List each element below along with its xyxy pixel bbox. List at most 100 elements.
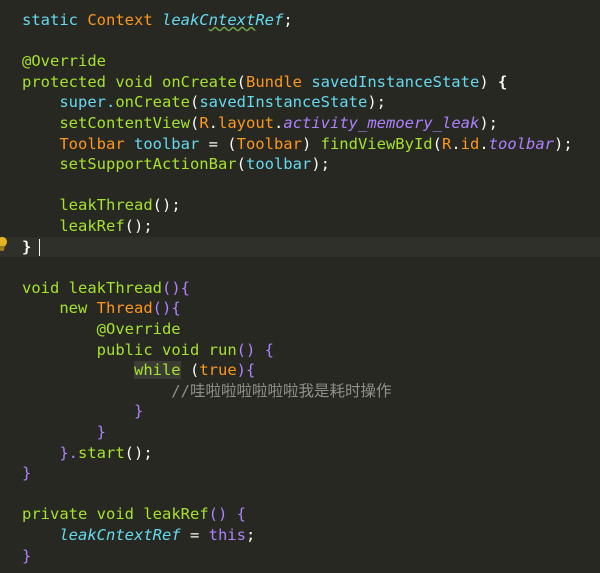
code-token: //哇啦啦啦啦啦啦我是耗时操作 [22,381,392,400]
code-token: setSupportActionBar [22,155,237,174]
code-line[interactable]: public void run() { [0,340,600,361]
code-token: layout [218,114,275,132]
code-line[interactable]: while (true){ [0,360,600,381]
code-token: this [208,526,246,544]
code-token: findViewById [320,134,433,153]
code-token: R [199,114,209,132]
text-caret [39,239,40,256]
code-line[interactable]: leakCntextRef = this; [0,525,600,546]
code-line[interactable] [0,484,600,505]
code-token: Thread [96,299,153,318]
code-token: ( [189,114,200,132]
code-token: void [115,72,162,91]
code-token: . [479,134,489,153]
code-token: Toolbar [236,134,302,153]
code-line[interactable]: setContentView(R.layout.activity_memoery… [0,113,600,134]
code-token: . [208,114,219,132]
code-token: } [22,402,144,421]
code-line[interactable]: private void leakRef() { [0,504,600,525]
code-line[interactable]: } [0,546,600,567]
code-line[interactable]: } [0,401,600,422]
code-token: (); [152,196,181,215]
code-editor[interactable]: static Context leakCntextRef; @Override pr… [0,0,600,573]
code-token: private [22,505,97,524]
code-line[interactable]: static Context leakCntextRef; [0,10,600,31]
code-token: (){ [152,299,181,318]
code-token: ) [301,134,321,153]
code-token: toolbar [488,134,554,153]
code-line[interactable]: setSupportActionBar(toolbar); [0,154,600,175]
code-token: ( [236,72,246,91]
code-token: new [22,299,97,318]
code-token: ); [367,93,386,112]
code-token: @Override [22,320,181,338]
code-token: leakC [161,11,209,29]
code-token: void [22,278,69,297]
code-token: savedInstanceState [199,93,368,112]
code-token: onCreate [162,72,237,91]
code-token: void [161,340,209,359]
code-line[interactable]: }.start(); [0,443,600,464]
code-token: { [497,72,508,91]
code-token: R [441,134,452,153]
code-token: ( [432,134,442,153]
code-token: ; [283,11,293,29]
code-token: Context [87,11,162,29]
code-token: () { [208,505,246,524]
code-line[interactable]: leakRef(); [0,216,600,237]
code-token: leakCntextRef [22,526,181,544]
code-token: Toolbar [22,134,134,153]
code-token: Ref [255,11,284,29]
code-token: onCreate [115,93,190,112]
code-token: leakRef [22,217,125,235]
code-token: ( [189,93,200,112]
code-token: leakThread [68,278,162,297]
code-token: super. [22,93,116,112]
code-token: }. [22,443,78,462]
code-token: static [22,11,88,29]
code-token: ); [479,114,498,132]
code-token: ) [479,72,498,91]
code-token: ); [554,134,573,153]
code-line[interactable]: new Thread(){ [0,298,600,319]
code-line[interactable]: //哇啦啦啦啦啦啦我是耗时操作 [0,381,600,402]
code-token: true [199,361,237,380]
code-token: ( [236,155,246,174]
code-token: toolbar [245,155,312,174]
code-line[interactable] [0,257,600,278]
code-token: = ( [199,134,237,153]
code-line[interactable] [0,175,600,196]
code-token: } [22,546,32,565]
code-line[interactable]: leakThread(); [0,195,600,216]
code-token: = [180,526,209,544]
code-token: protected [22,72,116,91]
code-token: } [22,464,32,483]
code-token: @Override [22,52,106,71]
code-line[interactable]: @Override [0,319,600,340]
code-line[interactable]: protected void onCreate(Bundle savedInst… [0,72,600,93]
code-token: . [274,114,284,132]
code-token: ){ [236,361,256,380]
code-token: void [96,505,144,524]
code-token: ; [245,526,256,544]
code-token: ); [311,155,330,174]
code-token: ntext [208,11,256,29]
code-token: (){ [162,278,190,297]
code-token: activity_memoery_leak [283,114,480,132]
code-token: run [208,340,237,359]
code-line[interactable]: } [0,236,600,258]
code-token: (); [124,443,153,462]
code-line[interactable]: @Override [0,51,600,72]
lightbulb-icon[interactable] [0,237,7,251]
code-line[interactable]: } [0,422,600,443]
code-line[interactable]: } [0,463,600,484]
code-line[interactable]: super.onCreate(savedInstanceState); [0,92,600,113]
code-token: Bundle [246,72,312,91]
code-token: } [22,237,32,256]
code-token: savedInstanceState [311,72,480,91]
code-line[interactable]: void leakThread(){ [0,278,600,299]
code-line[interactable] [0,31,600,52]
code-token: start [78,443,125,462]
code-line[interactable]: Toolbar toolbar = (Toolbar) findViewById… [0,134,600,155]
code-token: setContentView [22,114,190,132]
